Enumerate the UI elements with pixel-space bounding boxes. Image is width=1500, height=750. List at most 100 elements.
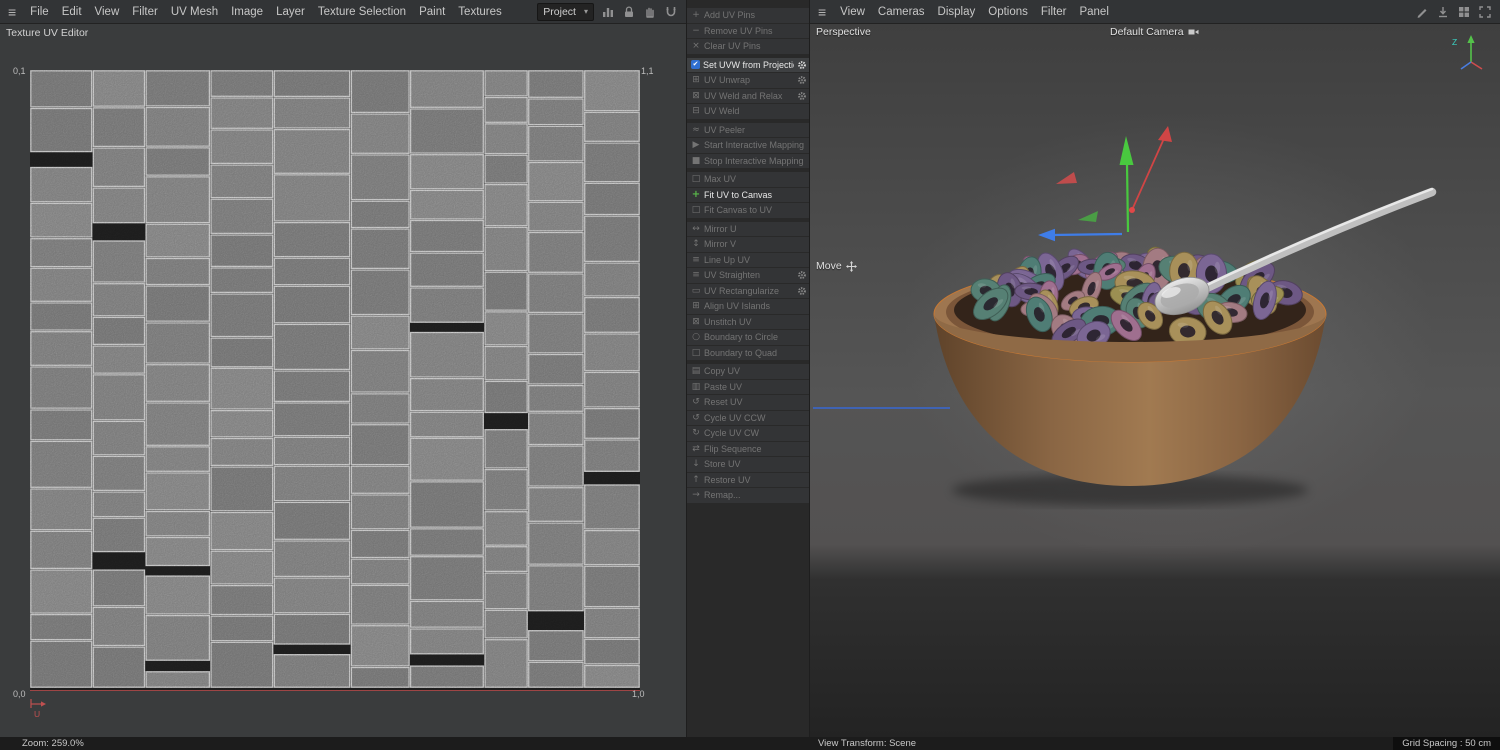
uv-command-remap: → Remap... [687, 488, 809, 503]
uv-command-clear-uv-pins: × Clear UV Pins [687, 39, 809, 54]
snap-magnet-icon[interactable] [664, 5, 678, 19]
stop-icon: ■ [691, 155, 701, 166]
tool-label: Move [816, 260, 857, 272]
uv-editor-panel: ≡ File Edit View Filter UV Mesh Image Layer Tex… [0, 0, 686, 750]
uv-command-label: Fit UV to Canvas [704, 189, 773, 200]
uv-command-label: Mirror U [704, 223, 737, 234]
pen-icon[interactable] [1415, 5, 1429, 19]
mirror-v-icon: ↕ [692, 239, 700, 250]
uv-command-label: Remap... [704, 490, 741, 501]
uv-commands-panel: + Add UV Pins − Remove UV Pins × Clear UV Pin… [686, 0, 810, 750]
menu-item-image[interactable]: Image [231, 6, 263, 18]
menu-item-filter[interactable]: Filter [132, 6, 158, 18]
uv-command-uv-straighten: ≡ UV Straighten [687, 268, 809, 283]
histogram-icon[interactable] [601, 5, 615, 19]
project-dropdown[interactable]: Project ▾ [537, 2, 594, 21]
uv-command-label: Line Up UV [704, 254, 751, 265]
gear-icon[interactable] [797, 60, 807, 70]
uv-command-label: Start Interactive Mapping [704, 140, 805, 151]
uv-texture-grain [30, 70, 640, 690]
uv-command-label: Clear UV Pins [704, 41, 761, 52]
uv-command-label: Boundary to Circle [704, 332, 779, 343]
lineup-icon: ≡ [692, 254, 700, 265]
pin-remove-icon: − [692, 25, 700, 36]
menu-item-display[interactable]: Display [938, 6, 976, 18]
uv-editor-menu: File Edit View Filter UV Mesh Image Layer Textu… [30, 6, 502, 18]
uv-command-flip-sequence: ⇄ Flip Sequence [687, 441, 809, 456]
grid-spacing-badge: Grid Spacing : 50 cm [1393, 737, 1500, 750]
viewport-menu: View Cameras Display Options Filter Panel [840, 6, 1109, 18]
uv-canvas[interactable]: 0,1 1,1 0,0 1,0 U [0, 0, 686, 750]
fit-plus-icon: + [691, 189, 701, 201]
uv-command-restore-uv: ↑ Restore UV [687, 472, 809, 487]
uv-command-fit-uv-to-canvas[interactable]: + Fit UV to Canvas [687, 187, 809, 202]
uv-command-label: Flip Sequence [704, 443, 762, 454]
menu-item-texture-selection[interactable]: Texture Selection [318, 6, 406, 18]
uv-corner-bottom-left: 0,0 [13, 689, 26, 699]
align-icon: ⊞ [692, 301, 700, 312]
uv-command-label: UV Rectangularize [704, 285, 780, 296]
hand-icon[interactable] [643, 5, 657, 19]
viewport-3d[interactable]: Perspective Default Camera Move Z [810, 24, 1500, 737]
uv-command-label: Fit Canvas to UV [704, 205, 773, 216]
gear-icon [798, 76, 806, 85]
straighten-icon: ≡ [692, 270, 700, 281]
uv-command-cycle-uv-ccw: ↺ Cycle UV CCW [687, 410, 809, 425]
menu-item-view[interactable]: View [95, 6, 120, 18]
hamburger-icon[interactable]: ≡ [8, 4, 16, 20]
uv-command-align-uv-islands: ⊞ Align UV Islands [687, 299, 809, 314]
reset-icon: ↺ [692, 397, 700, 408]
rectangularize-icon: ▭ [691, 285, 701, 296]
menu-item-edit[interactable]: Edit [62, 6, 82, 18]
u-axis-indicator: U [30, 699, 46, 719]
gear-icon [798, 286, 806, 295]
download-icon[interactable] [1436, 5, 1450, 19]
uv-editor-title: Texture UV Editor [6, 27, 89, 39]
menu-item-paint[interactable]: Paint [419, 6, 445, 18]
uv-command-label: Unstitch UV [704, 316, 752, 327]
menu-item-file[interactable]: File [30, 6, 49, 18]
uv-command-set-uvw-from-projection[interactable]: ✔ Set UVW from Projection [687, 57, 809, 72]
scene-render [813, 126, 1437, 506]
unstitch-icon: ⊠ [692, 316, 700, 327]
weld-relax-icon: ⊠ [692, 90, 700, 101]
chevron-down-icon: ▾ [583, 7, 588, 16]
menu-item-uv-mesh[interactable]: UV Mesh [171, 6, 218, 18]
status-bar: Zoom: 259.0% View Transform: Scene Grid … [0, 737, 1500, 750]
menu-item-layer[interactable]: Layer [276, 6, 305, 18]
layout-grid-icon[interactable] [1457, 5, 1471, 19]
menu-item-panel[interactable]: Panel [1079, 6, 1108, 18]
menu-item-textures[interactable]: Textures [458, 6, 501, 18]
pin-add-icon: + [692, 10, 700, 21]
viewport-panel: ≡ View Cameras Display Options Filter Panel [810, 0, 1500, 750]
uv-command-uv-weld-and-relax: ⊠ UV Weld and Relax [687, 88, 809, 103]
menu-item-options[interactable]: Options [988, 6, 1028, 18]
projection-label[interactable]: Perspective [816, 26, 871, 38]
uv-command-boundary-to-quad: □ Boundary to Quad [687, 345, 809, 360]
ccw-icon: ↺ [692, 412, 700, 423]
restore-icon: ↑ [692, 474, 700, 485]
uv-command-uv-peeler: ≈ UV Peeler [687, 122, 809, 137]
uv-command-label: Copy UV [704, 366, 741, 377]
axis-orientation-gizmo[interactable]: Z [1448, 28, 1494, 74]
uv-command-reset-uv: ↺ Reset UV [687, 395, 809, 410]
gear-icon [798, 271, 806, 280]
hamburger-icon[interactable]: ≡ [818, 4, 826, 20]
uv-command-label: Paste UV [704, 381, 743, 392]
quad-icon: □ [691, 347, 701, 358]
menu-item-view[interactable]: View [840, 6, 865, 18]
lock-icon[interactable] [622, 5, 636, 19]
pin-clear-icon: × [692, 41, 700, 52]
peeler-icon: ≈ [692, 124, 700, 135]
remap-icon: → [692, 490, 700, 501]
uv-command-stop-interactive-mapping: ■ Stop Interactive Mapping [687, 153, 809, 168]
gizmo-z-label: Z [1452, 37, 1457, 47]
move-gizmo[interactable] [1038, 126, 1172, 242]
menu-item-cameras[interactable]: Cameras [878, 6, 925, 18]
camera-label[interactable]: Default Camera [1110, 26, 1199, 38]
menu-item-filter[interactable]: Filter [1041, 6, 1067, 18]
uv-command-label: UV Straighten [704, 270, 761, 281]
maximize-icon[interactable] [1478, 5, 1492, 19]
uv-command-label: UV Weld and Relax [704, 90, 783, 101]
uv-corner-top-right: 1,1 [641, 66, 654, 76]
